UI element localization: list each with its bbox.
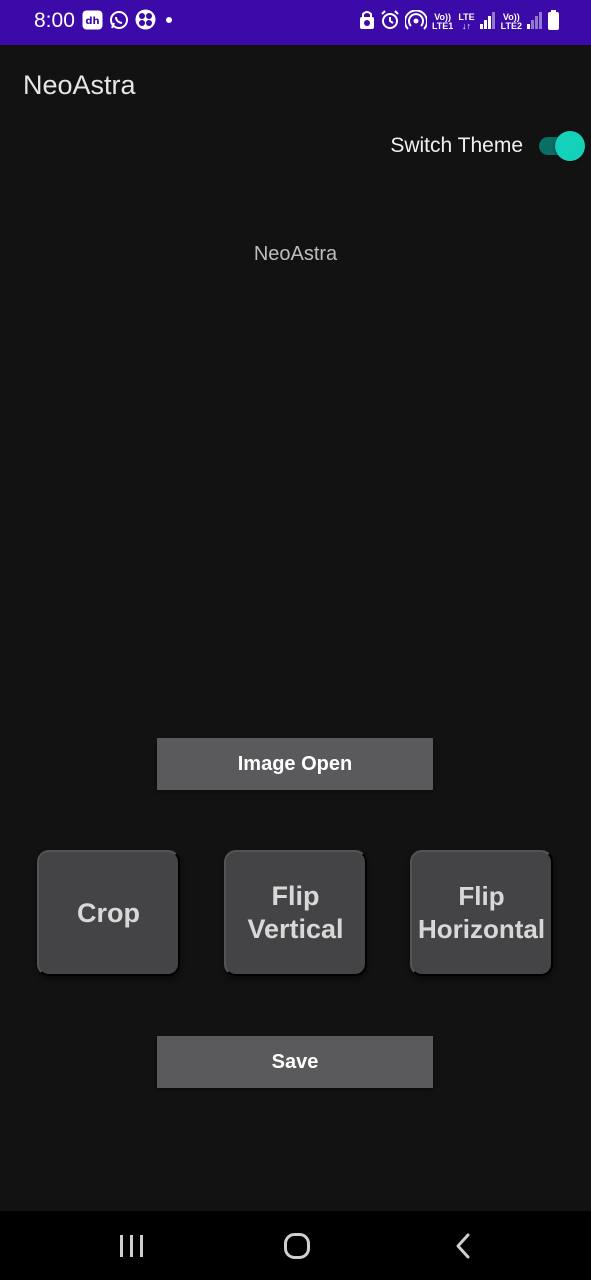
image-view-placeholder: NeoAstra xyxy=(253,243,338,265)
fan-icon xyxy=(135,9,156,35)
flip-horizontal-label-line2: Horizontal xyxy=(417,914,546,944)
app-title: NeoAstra xyxy=(23,70,136,100)
battery-icon xyxy=(548,9,559,35)
volte-lte2-icon: Vo)) LTE2 xyxy=(500,12,522,31)
crop-button-label: Crop xyxy=(77,897,140,928)
signal1-icon xyxy=(479,11,496,34)
svg-text:dh: dh xyxy=(85,16,99,27)
crop-button[interactable]: Crop xyxy=(37,850,180,976)
flip-vertical-label-line2: Vertical xyxy=(247,914,344,944)
alarm-icon xyxy=(380,9,400,35)
back-icon[interactable] xyxy=(423,1211,503,1280)
flip-horizontal-label-line1: Flip xyxy=(458,881,505,911)
signal2-icon xyxy=(527,11,543,34)
recent-apps-icon[interactable] xyxy=(92,1211,172,1280)
theme-switch-label: Switch Theme xyxy=(390,134,523,157)
app-screen: 8:00 dh Vo)) LTE1 LTE ↓↑ Vo)) LTE2 NeoAs… xyxy=(0,0,591,1280)
navigation-bar xyxy=(0,1211,591,1280)
status-time: 8:00 xyxy=(34,9,75,32)
notification-icons: dh xyxy=(82,9,176,35)
hotspot-icon xyxy=(403,9,428,35)
lock-clock-icon xyxy=(359,10,375,35)
flip-horizontal-button[interactable]: Flip Horizontal xyxy=(410,850,553,976)
theme-switch-row[interactable]: Switch Theme xyxy=(390,128,585,164)
switch-thumb xyxy=(555,131,585,161)
system-icons: Vo)) LTE1 LTE ↓↑ Vo)) LTE2 xyxy=(359,9,559,35)
theme-toggle-switch[interactable] xyxy=(539,128,585,164)
status-bar: 8:00 dh Vo)) LTE1 LTE ↓↑ Vo)) LTE2 xyxy=(0,0,591,45)
home-icon[interactable] xyxy=(257,1211,337,1280)
flip-vertical-label-line1: Flip xyxy=(271,881,320,911)
whatsapp-icon xyxy=(109,10,129,35)
flip-vertical-button[interactable]: Flip Vertical xyxy=(224,850,367,976)
volte-lte1-icon: Vo)) LTE1 xyxy=(431,12,454,31)
image-open-button[interactable]: Image Open xyxy=(157,738,433,790)
lte-data-icon: LTE ↓↑ xyxy=(458,12,475,31)
dot-icon xyxy=(162,10,176,35)
save-button[interactable]: Save xyxy=(157,1036,433,1088)
dh-app-icon: dh xyxy=(82,10,103,35)
